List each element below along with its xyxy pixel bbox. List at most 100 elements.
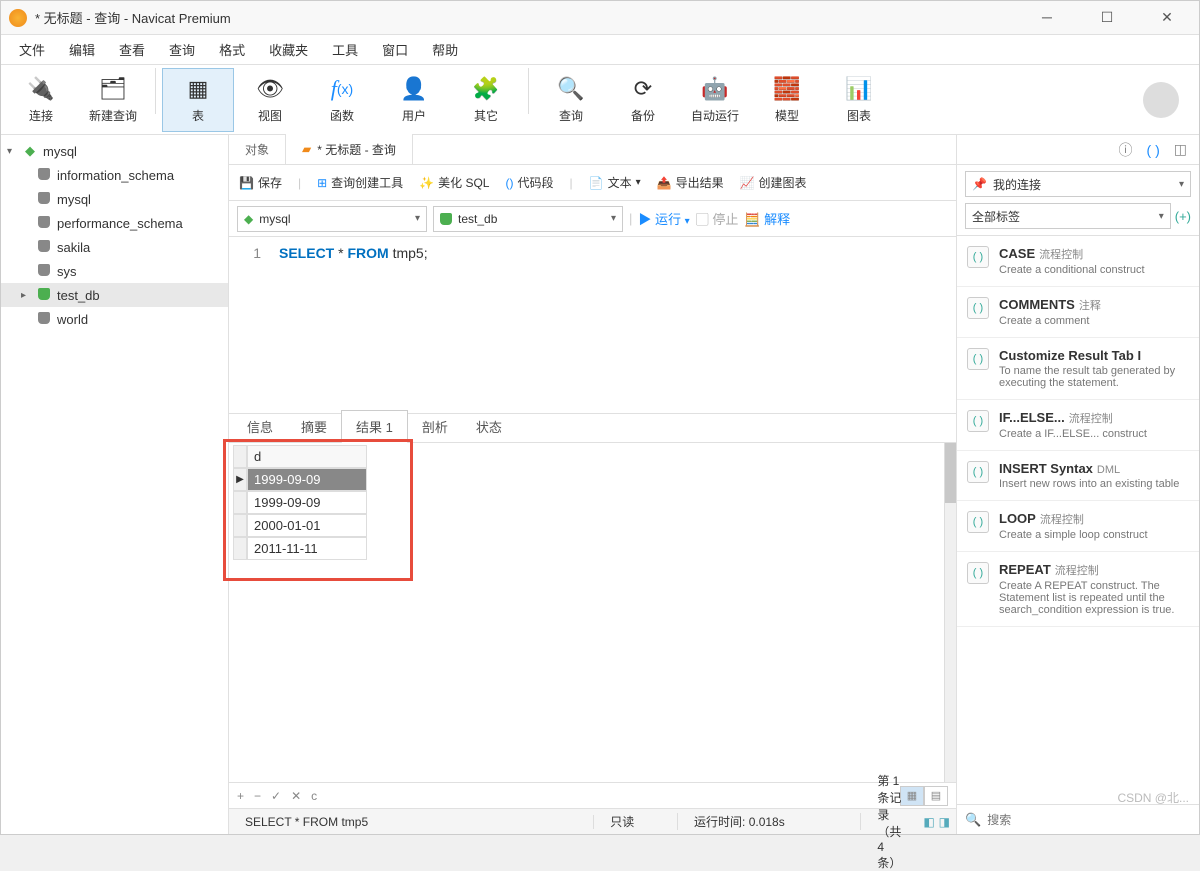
selector-row: ◆mysql▾ test_db▾ | ▶ 运行 ▾ ▢ 停止 🧮 解释 (229, 201, 956, 237)
connection-filter[interactable]: 📌我的连接▾ (965, 171, 1191, 197)
tree-db-item[interactable]: information_schema (1, 163, 228, 187)
menu-item[interactable]: 文件 (19, 40, 45, 59)
minimize-button[interactable]: ─ (1029, 9, 1065, 26)
tree-label: mysql (57, 192, 91, 207)
menu-item[interactable]: 工具 (332, 40, 358, 59)
snippet-icon: ( ) (967, 410, 989, 432)
toolbar-模型[interactable]: 🧱模型 (751, 68, 823, 132)
content-area: 对象▰ * 无标题 - 查询 💾保存 | ⊞查询创建工具 ✨美化 SQL ()代… (229, 135, 957, 834)
menu-item[interactable]: 收藏夹 (269, 40, 308, 59)
tree-db-item[interactable]: sakila (1, 235, 228, 259)
toolbar-视图[interactable]: 👁视图 (234, 68, 306, 132)
menu-item[interactable]: 查询 (169, 40, 195, 59)
result-grid[interactable]: d ▶1999-09-091999-09-092000-01-012011-11… (233, 445, 373, 560)
delete-row-button[interactable]: − (254, 789, 261, 803)
maximize-button[interactable]: ☐ (1089, 9, 1125, 26)
form-view-button[interactable]: ▤ (924, 786, 948, 806)
sql-editor[interactable]: 1 SELECT * FROM tmp5; (229, 237, 956, 413)
code-snippet-button[interactable]: ()代码段 (505, 174, 553, 191)
toolbar-新建查询[interactable]: 🗂新建查询 (77, 68, 149, 132)
result-tabs: 信息摘要结果 1剖析状态 (229, 413, 956, 443)
snippet-item[interactable]: ( )INSERT SyntaxDMLInsert new rows into … (957, 451, 1199, 501)
toolbar-连接[interactable]: 🔌连接 (5, 68, 77, 132)
status-record: 第 1 条记录 （共 4 条） (861, 772, 917, 871)
menu-item[interactable]: 查看 (119, 40, 145, 59)
toolbar-备份[interactable]: ⟳备份 (607, 68, 679, 132)
tree-label: test_db (57, 288, 100, 303)
add-snippet-icon[interactable]: (+) (1175, 209, 1191, 224)
run-button[interactable]: ▶ 运行 ▾ (638, 209, 689, 228)
code-snippet-icon[interactable]: ( ) (1147, 142, 1160, 158)
tree-db-item[interactable]: world (1, 307, 228, 331)
menu-item[interactable]: 格式 (219, 40, 245, 59)
layout-icon[interactable]: ◫ (1174, 141, 1187, 158)
status-mode: 只读 (594, 813, 678, 830)
database-icon (35, 240, 53, 255)
snippet-item[interactable]: ( )REPEAT流程控制Create A REPEAT construct. … (957, 552, 1199, 627)
content-tab[interactable]: 对象 (229, 134, 286, 164)
tree-db-item[interactable]: mysql (1, 187, 228, 211)
result-area: d ▶1999-09-091999-09-092000-01-012011-11… (229, 443, 956, 782)
toolbar-用户[interactable]: 👤用户 (378, 68, 450, 132)
export-result-button[interactable]: 📤导出结果 (657, 174, 724, 191)
beautify-sql-button[interactable]: ✨美化 SQL (419, 174, 489, 191)
database-selector[interactable]: test_db▾ (433, 206, 623, 232)
toolbar-其它[interactable]: 🧩其它 (450, 68, 522, 132)
database-icon (35, 192, 53, 207)
scrollbar[interactable] (944, 443, 956, 782)
snippet-item[interactable]: ( )Customize Result Tab ITo name the res… (957, 338, 1199, 400)
tag-filter[interactable]: 全部标签▾ (965, 203, 1171, 229)
toolbar-查询[interactable]: 🔍查询 (535, 68, 607, 132)
avatar[interactable] (1143, 82, 1179, 118)
tree-label: performance_schema (57, 216, 183, 231)
snippet-search-input[interactable] (987, 813, 1191, 827)
query-builder-button[interactable]: ⊞查询创建工具 (317, 174, 403, 191)
snippet-icon: ( ) (967, 348, 989, 370)
toolbar-自动运行[interactable]: 🤖自动运行 (679, 68, 751, 132)
cancel-button[interactable]: ✕ (291, 789, 301, 803)
result-tab[interactable]: 剖析 (408, 411, 462, 442)
info-icon[interactable]: ⓘ (1119, 140, 1133, 160)
chevron-down-icon[interactable]: ▾ (7, 146, 21, 157)
result-tab[interactable]: 摘要 (287, 411, 341, 442)
table-row[interactable]: 2000-01-01 (233, 514, 373, 537)
menu-item[interactable]: 编辑 (69, 40, 95, 59)
snippet-item[interactable]: ( )COMMENTS注释Create a comment (957, 287, 1199, 338)
tree-db-item[interactable]: ▸test_db (1, 283, 228, 307)
text-button[interactable]: 📄文本▾ (589, 174, 641, 191)
save-button[interactable]: 💾保存 (239, 174, 282, 191)
toolbar-表[interactable]: ▦表 (162, 68, 234, 132)
content-tab[interactable]: ▰ * 无标题 - 查询 (286, 134, 413, 164)
snippet-icon: ( ) (967, 297, 989, 319)
apply-button[interactable]: ✓ (271, 789, 281, 803)
result-tab[interactable]: 状态 (462, 411, 516, 442)
menu-item[interactable]: 帮助 (432, 40, 458, 59)
tree-db-item[interactable]: performance_schema (1, 211, 228, 235)
table-row[interactable]: 2011-11-11 (233, 537, 373, 560)
refresh-button[interactable]: c (311, 789, 317, 803)
create-chart-button[interactable]: 📈创建图表 (740, 174, 807, 191)
explain-button[interactable]: 🧮 解释 (744, 209, 790, 228)
result-tab[interactable]: 信息 (233, 411, 287, 442)
result-tab[interactable]: 结果 1 (341, 410, 408, 443)
connection-selector[interactable]: ◆mysql▾ (237, 206, 427, 232)
snippet-item[interactable]: ( )CASE流程控制Create a conditional construc… (957, 236, 1199, 287)
toolbar-图表[interactable]: 📊图表 (823, 68, 895, 132)
tree-db-item[interactable]: sys (1, 259, 228, 283)
content-tabs: 对象▰ * 无标题 - 查询 (229, 135, 956, 165)
mysql-icon: ◆ (21, 143, 39, 159)
tree-root[interactable]: ▾ ◆ mysql (1, 139, 228, 163)
connection-tree[interactable]: ▾ ◆ mysql information_schemamysql perform… (1, 135, 229, 834)
table-row[interactable]: ▶1999-09-09 (233, 468, 373, 491)
table-row[interactable]: 1999-09-09 (233, 491, 373, 514)
dock-right-icon[interactable]: ◨ (939, 815, 950, 829)
snippet-item[interactable]: ( )LOOP流程控制Create a simple loop construc… (957, 501, 1199, 552)
toolbar-函数[interactable]: f(x)函数 (306, 68, 378, 132)
tree-label: world (57, 312, 88, 327)
close-button[interactable]: ✕ (1149, 9, 1185, 26)
column-header[interactable]: d (247, 445, 367, 468)
snippet-item[interactable]: ( )IF...ELSE...流程控制Create a IF...ELSE...… (957, 400, 1199, 451)
menu-item[interactable]: 窗口 (382, 40, 408, 59)
add-row-button[interactable]: + (237, 789, 244, 803)
dock-left-icon[interactable]: ◧ (923, 815, 934, 829)
